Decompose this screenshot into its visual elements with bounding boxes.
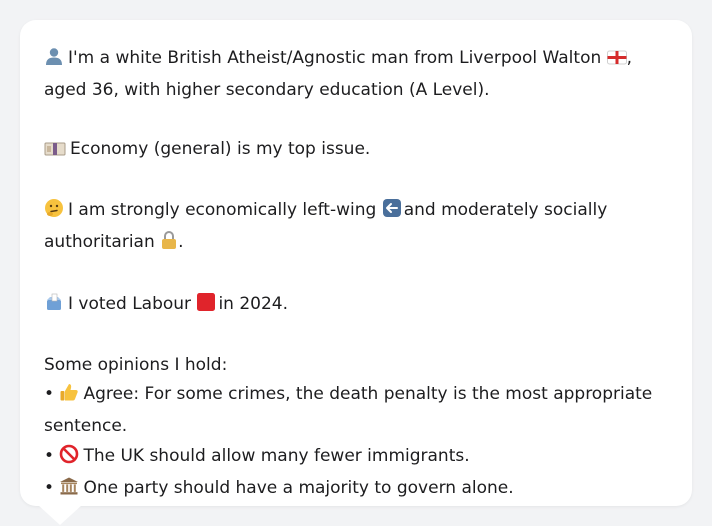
bullet: • bbox=[44, 477, 55, 498]
opinion-text: Agree: For some crimes, the death penalt… bbox=[44, 384, 653, 437]
vote-text-end: in 2024. bbox=[218, 293, 289, 314]
opinion-item: • Agree: For some crimes, the death pena… bbox=[44, 380, 668, 441]
vote-text-start: I voted Labour bbox=[68, 293, 192, 314]
money-bill-icon bbox=[44, 138, 66, 167]
political-end-punct: . bbox=[178, 232, 184, 253]
lock-icon bbox=[160, 230, 178, 260]
bullet: • bbox=[44, 384, 55, 405]
intro-text-start: I'm a white British Atheist/Agnostic man… bbox=[68, 48, 602, 68]
left-arrow-icon bbox=[382, 198, 402, 228]
left-wing-text: I am strongly economically left-wing bbox=[68, 199, 377, 220]
opinions-heading: Some opinions I hold: bbox=[44, 354, 228, 375]
opinion-text: One party should have a majority to gove… bbox=[83, 477, 514, 498]
classical-building-icon bbox=[59, 476, 79, 506]
thumbs-up-icon bbox=[59, 382, 79, 412]
person-silhouette-icon bbox=[44, 46, 64, 76]
england-flag-icon bbox=[606, 47, 627, 76]
speech-bubble-tail bbox=[38, 505, 82, 525]
opinion-item: • The UK should allow many fewer immigra… bbox=[44, 442, 668, 474]
top-issue: Economy (general) is my top issue. bbox=[44, 135, 668, 167]
ballot-box-icon bbox=[44, 292, 64, 322]
profile-intro: I'm a white British Atheist/Agnostic man… bbox=[44, 44, 668, 105]
red-square-icon bbox=[196, 292, 216, 322]
vote-2024: I voted Labour in 2024. bbox=[44, 290, 668, 322]
political-position: I am strongly economically left-wing and… bbox=[44, 196, 668, 260]
thinking-face-icon bbox=[44, 198, 64, 228]
top-issue-text: Economy (general) is my top issue. bbox=[70, 138, 371, 159]
bullet: • bbox=[44, 445, 55, 466]
message-bubble: I'm a white British Atheist/Agnostic man… bbox=[20, 20, 692, 506]
opinion-item: • One party should have a majority to go… bbox=[44, 474, 668, 506]
prohibited-icon bbox=[59, 444, 79, 474]
opinion-text: The UK should allow many fewer immigrant… bbox=[83, 445, 470, 466]
